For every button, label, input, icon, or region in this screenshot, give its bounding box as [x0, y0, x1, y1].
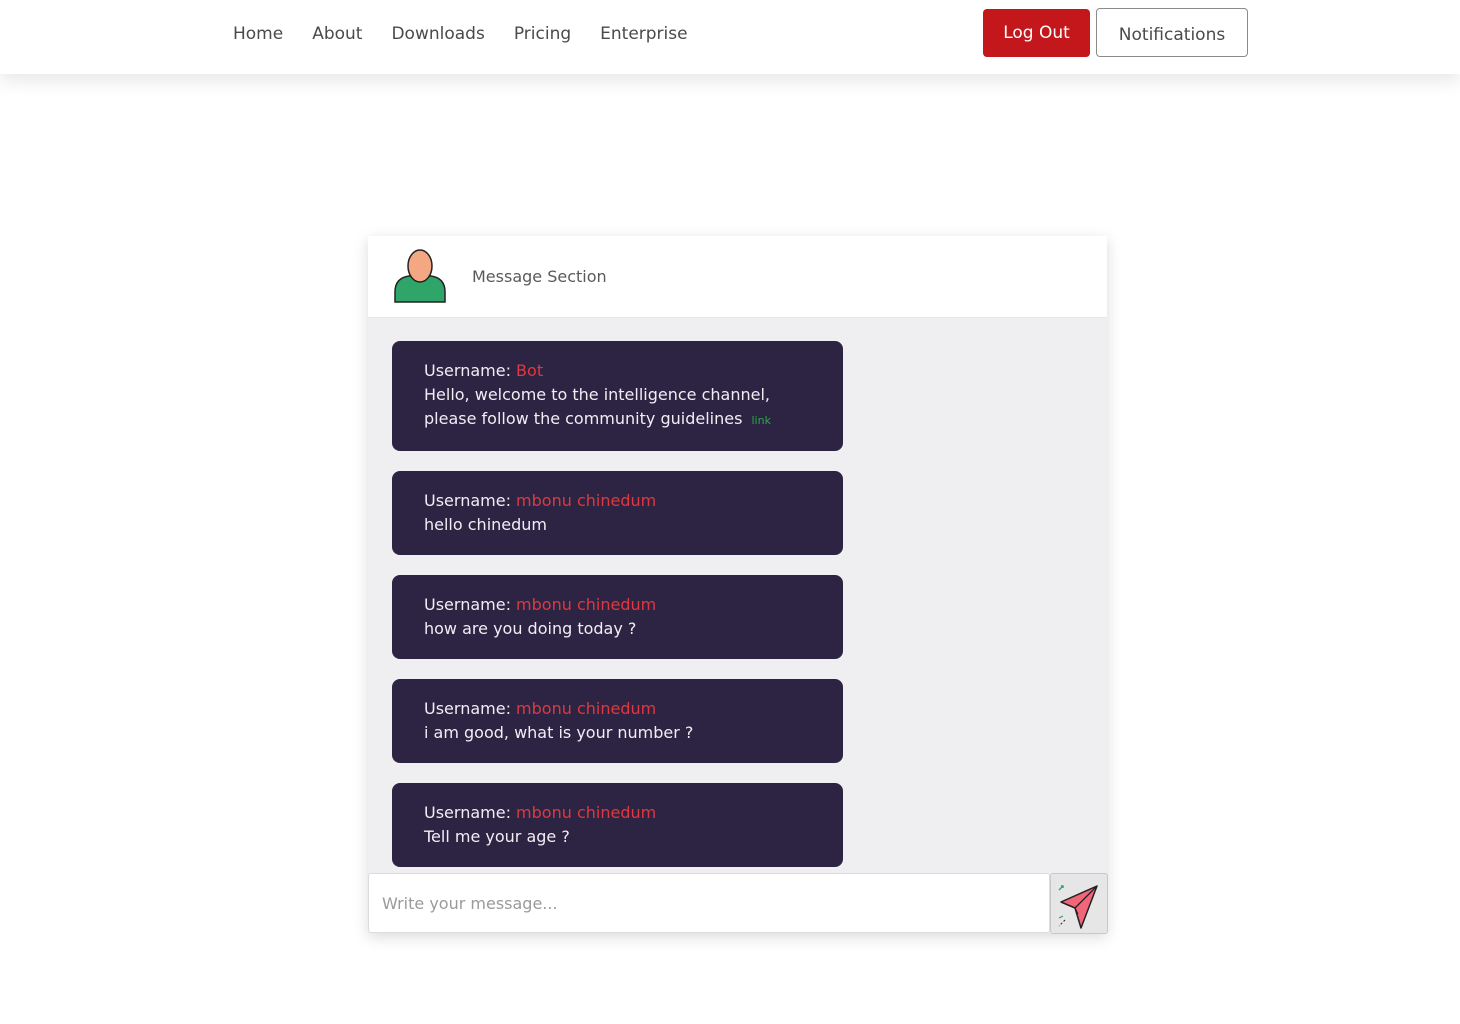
message-composer	[368, 873, 1108, 934]
message-text: Tell me your age ?	[424, 827, 570, 846]
message-list: Username: Bot Hello, welcome to the inte…	[392, 341, 843, 887]
message-input[interactable]	[368, 873, 1050, 933]
message-username: mbonu chinedum	[516, 491, 657, 510]
nav-links: Home About Downloads Pricing Enterprise	[233, 22, 688, 46]
paper-plane-send-icon	[1051, 880, 1107, 932]
username-label: Username:	[424, 491, 511, 510]
top-navbar: Home About Downloads Pricing Enterprise …	[0, 0, 1460, 74]
chat-section-title: Message Section	[472, 267, 607, 286]
message-text: hello chinedum	[424, 515, 547, 534]
message-meta: Username: mbonu chinedum	[424, 489, 827, 513]
user-avatar-icon	[393, 248, 447, 304]
nav-link-home[interactable]: Home	[233, 22, 283, 46]
message-username: mbonu chinedum	[516, 803, 657, 822]
username-label: Username:	[424, 803, 511, 822]
nav-link-downloads[interactable]: Downloads	[391, 22, 484, 46]
message-item: Username: mbonu chinedum how are you doi…	[392, 575, 843, 659]
notifications-button[interactable]: Notifications	[1096, 8, 1248, 57]
message-meta: Username: Bot	[424, 359, 827, 383]
message-username: mbonu chinedum	[516, 595, 657, 614]
message-item: Username: mbonu chinedum i am good, what…	[392, 679, 843, 763]
nav-link-pricing[interactable]: Pricing	[514, 22, 571, 46]
message-username: mbonu chinedum	[516, 699, 657, 718]
message-text: i am good, what is your number ?	[424, 723, 694, 742]
username-label: Username:	[424, 361, 511, 380]
chat-header: Message Section	[368, 236, 1107, 318]
username-label: Username:	[424, 699, 511, 718]
message-meta: Username: mbonu chinedum	[424, 697, 827, 721]
message-item: Username: mbonu chinedum Tell me your ag…	[392, 783, 843, 867]
message-meta: Username: mbonu chinedum	[424, 593, 827, 617]
chat-card: Message Section Username: Bot Hello, wel…	[368, 236, 1108, 934]
message-username: Bot	[516, 361, 544, 380]
message-item: Username: Bot Hello, welcome to the inte…	[392, 341, 843, 451]
message-item: Username: mbonu chinedum hello chinedum	[392, 471, 843, 555]
username-label: Username:	[424, 595, 511, 614]
guidelines-link[interactable]: link	[752, 414, 771, 427]
nav-link-enterprise[interactable]: Enterprise	[600, 22, 687, 46]
message-text: Hello, welcome to the intelligence chann…	[424, 385, 770, 428]
logout-button[interactable]: Log Out	[983, 9, 1090, 57]
message-text: how are you doing today ?	[424, 619, 637, 638]
nav-link-about[interactable]: About	[312, 22, 362, 46]
send-button[interactable]	[1050, 873, 1108, 934]
message-meta: Username: mbonu chinedum	[424, 801, 827, 825]
